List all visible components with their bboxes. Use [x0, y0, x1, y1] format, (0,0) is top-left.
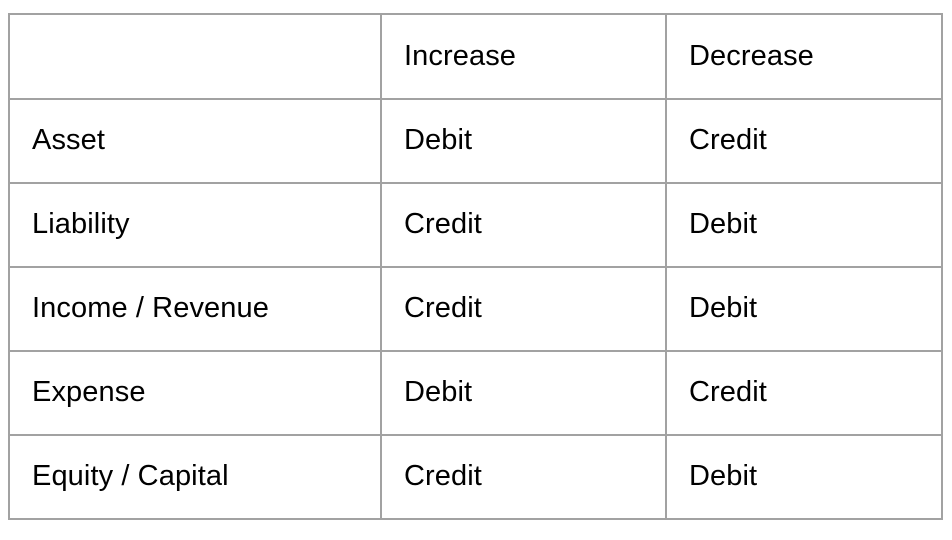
cell-account-type: Asset — [8, 98, 382, 184]
table-row: Income / Revenue Credit Debit — [8, 266, 943, 352]
table-row: Liability Credit Debit — [8, 182, 943, 268]
column-header-increase: Increase — [380, 13, 667, 100]
table-row: Expense Debit Credit — [8, 350, 943, 436]
cell-increase: Credit — [380, 182, 667, 268]
table-header: Increase Decrease — [8, 13, 943, 100]
cell-account-type: Income / Revenue — [8, 266, 382, 352]
cell-decrease: Debit — [665, 434, 943, 520]
debit-credit-rules-table: Increase Decrease Asset Debit Credit Lia… — [8, 13, 943, 520]
table-header-row: Increase Decrease — [8, 13, 943, 100]
table-row: Equity / Capital Credit Debit — [8, 434, 943, 520]
cell-increase: Debit — [380, 98, 667, 184]
cell-account-type: Equity / Capital — [8, 434, 382, 520]
table-row: Asset Debit Credit — [8, 98, 943, 184]
cell-increase: Credit — [380, 434, 667, 520]
cell-decrease: Debit — [665, 182, 943, 268]
cell-increase: Debit — [380, 350, 667, 436]
cell-account-type: Liability — [8, 182, 382, 268]
column-header-decrease: Decrease — [665, 13, 943, 100]
cell-account-type: Expense — [8, 350, 382, 436]
cell-increase: Credit — [380, 266, 667, 352]
table-body: Asset Debit Credit Liability Credit Debi… — [8, 98, 943, 520]
cell-decrease: Credit — [665, 98, 943, 184]
cell-decrease: Debit — [665, 266, 943, 352]
column-header-account-type — [8, 13, 382, 100]
page-canvas: Increase Decrease Asset Debit Credit Lia… — [0, 0, 952, 540]
cell-decrease: Credit — [665, 350, 943, 436]
